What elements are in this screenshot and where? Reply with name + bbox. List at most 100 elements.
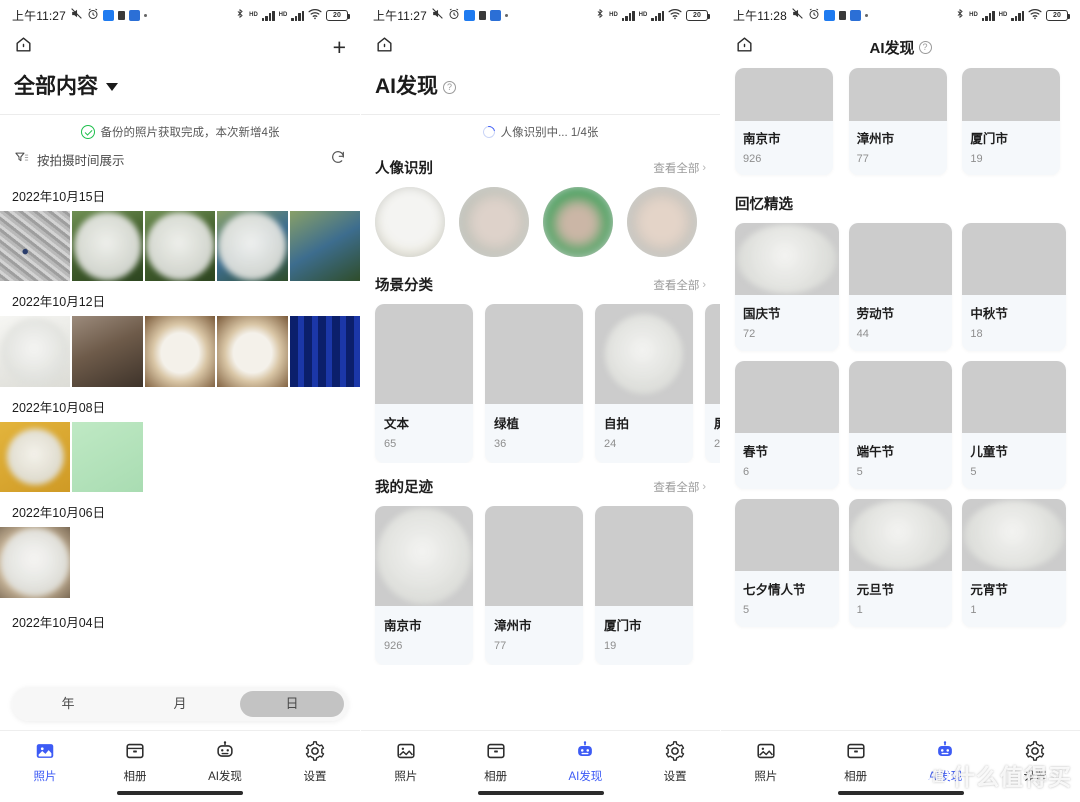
- add-button[interactable]: +: [333, 35, 346, 59]
- photo-thumbnail[interactable]: [72, 316, 143, 387]
- memory-card[interactable]: 儿童节 5: [962, 361, 1066, 489]
- memory-card[interactable]: 七夕情人节 5: [735, 499, 839, 627]
- scene-card[interactable]: 屏幕 22: [705, 304, 720, 463]
- three-phone-screenshots: 上午11:27 HD HD 20 + 全部内容 备份的照片获取完成，本次新增4张…: [0, 0, 1080, 802]
- memory-count: 44: [856, 328, 869, 340]
- nav-item-photos[interactable]: 照片: [721, 740, 811, 784]
- photo-thumbnail[interactable]: [217, 211, 288, 282]
- footprint-card[interactable]: 漳州市 77: [485, 506, 583, 665]
- view-all-label: 查看全部: [653, 162, 700, 175]
- segment-day[interactable]: 日: [240, 691, 344, 717]
- memory-card[interactable]: 端午节 5: [848, 361, 953, 489]
- timeline-scale-switcher[interactable]: 年 月 日: [12, 687, 348, 721]
- view-all-link-scenes[interactable]: 查看全部 ›: [653, 277, 706, 293]
- photo-grid-2: [0, 316, 360, 387]
- face-list: [361, 187, 720, 261]
- check-circle-icon: [80, 125, 95, 139]
- scene-card[interactable]: 绿植 36: [485, 304, 583, 463]
- photo-thumbnail[interactable]: [72, 421, 143, 493]
- memory-thumbnail: [735, 223, 839, 295]
- photo-thumbnail[interactable]: [217, 316, 288, 387]
- photo-thumbnail[interactable]: [0, 316, 71, 387]
- footprint-card[interactable]: 南京市 926: [735, 68, 833, 175]
- face-avatar[interactable]: [375, 187, 445, 257]
- status-time: 上午11:27: [373, 8, 427, 23]
- status-time: 上午11:28: [733, 8, 787, 23]
- photo-thumbnail[interactable]: [0, 421, 71, 493]
- footprint-thumbnail: [485, 506, 583, 606]
- face-avatar[interactable]: [627, 187, 697, 257]
- scene-name: 绿植: [494, 417, 520, 431]
- footprint-card[interactable]: 南京市 926: [375, 506, 473, 665]
- section-header-memories: 回忆精选: [721, 175, 1080, 223]
- nav-item-ai-discover[interactable]: AI发现: [901, 740, 991, 784]
- date-group-label: 2022年10月04日: [12, 615, 106, 630]
- memory-card[interactable]: 中秋节 18: [962, 223, 1066, 351]
- app-badge-icon-3: [849, 9, 861, 21]
- nav-item-settings[interactable]: 设置: [630, 740, 720, 784]
- segment-year[interactable]: 年: [16, 691, 120, 717]
- footprint-card[interactable]: 漳州市 77: [848, 68, 947, 175]
- nav-item-settings[interactable]: 设置: [990, 740, 1080, 784]
- footprint-thumbnail: [375, 506, 473, 606]
- spinner-icon: [480, 123, 497, 141]
- hd-label-2: HD: [278, 12, 288, 18]
- footprint-card[interactable]: 厦门市 19: [595, 506, 693, 665]
- memory-card[interactable]: 国庆节 72: [735, 223, 839, 351]
- memory-card[interactable]: 元旦节 1: [848, 499, 953, 627]
- footprint-card[interactable]: 厦门市 19: [962, 68, 1061, 175]
- memory-count: 5: [743, 604, 750, 616]
- home-indicator: [837, 791, 964, 795]
- help-icon[interactable]: ?: [918, 40, 932, 54]
- memory-card[interactable]: 春节 6: [735, 361, 839, 489]
- view-all-label: 查看全部: [653, 279, 700, 292]
- page-title-all-content[interactable]: 全部内容: [0, 64, 360, 114]
- bluetooth-icon: [595, 7, 605, 23]
- memory-card[interactable]: 劳动节 44: [848, 223, 953, 351]
- scene-thumbnail: [375, 304, 473, 404]
- home-icon[interactable]: [375, 35, 394, 59]
- memories-grid: 国庆节 72 劳动节 44 中秋节 18 春节 6 端午节 5 儿童节 5 七夕…: [721, 223, 1080, 627]
- photo-thumbnail[interactable]: [289, 211, 360, 282]
- scene-card[interactable]: 文本 65: [375, 304, 473, 463]
- photo-thumbnail[interactable]: [0, 211, 71, 282]
- nav-item-settings[interactable]: 设置: [270, 740, 360, 784]
- nav-item-photos[interactable]: 照片: [0, 740, 90, 784]
- nav-item-albums[interactable]: 相册: [451, 740, 541, 784]
- scene-card[interactable]: 自拍 24: [595, 304, 693, 463]
- photo-thumbnail[interactable]: [72, 211, 143, 282]
- segment-month[interactable]: 月: [128, 691, 232, 717]
- memory-thumbnail: [848, 499, 953, 571]
- section-title: 人像识别: [375, 161, 433, 177]
- page-title-label: 全部内容: [14, 75, 98, 98]
- toolbar-title-ai-discover: AI发现 ?: [721, 37, 1080, 58]
- refresh-icon[interactable]: [330, 149, 346, 169]
- view-all-label: 查看全部: [653, 481, 700, 494]
- home-icon[interactable]: [14, 35, 33, 59]
- photo-grid-1: [0, 211, 360, 282]
- memory-card[interactable]: 元宵节 1: [962, 499, 1066, 627]
- nav-item-ai-discover[interactable]: AI发现: [541, 740, 631, 784]
- view-all-link-footprints[interactable]: 查看全部 ›: [653, 479, 706, 495]
- help-icon[interactable]: ?: [443, 80, 456, 94]
- nav-item-photos[interactable]: 照片: [361, 740, 451, 784]
- footprint-thumbnail: [595, 506, 693, 606]
- memory-thumbnail: [848, 223, 953, 295]
- nav-item-albums[interactable]: 相册: [90, 740, 180, 784]
- view-all-link-faces[interactable]: 查看全部 ›: [653, 160, 706, 176]
- nav-item-albums[interactable]: 相册: [811, 740, 901, 784]
- photo-thumbnail[interactable]: [144, 316, 216, 387]
- sort-filter-row[interactable]: 按拍摄时间展示: [0, 146, 360, 176]
- photo-thumbnail[interactable]: [144, 211, 216, 282]
- face-avatar[interactable]: [543, 187, 613, 257]
- panel-photos: 上午11:27 HD HD 20 + 全部内容 备份的照片获取完成，本次新增4张…: [0, 0, 360, 802]
- bluetooth-icon: [235, 7, 245, 23]
- wifi-icon: [1028, 8, 1042, 23]
- nav-item-ai-discover[interactable]: AI发现: [180, 740, 270, 784]
- face-avatar[interactable]: [459, 187, 529, 257]
- chevron-down-icon: [106, 83, 118, 91]
- scene-thumbnail: [485, 304, 583, 404]
- photo-thumbnail[interactable]: [289, 316, 360, 387]
- photo-thumbnail[interactable]: [0, 527, 71, 598]
- memory-count: 5: [856, 466, 863, 478]
